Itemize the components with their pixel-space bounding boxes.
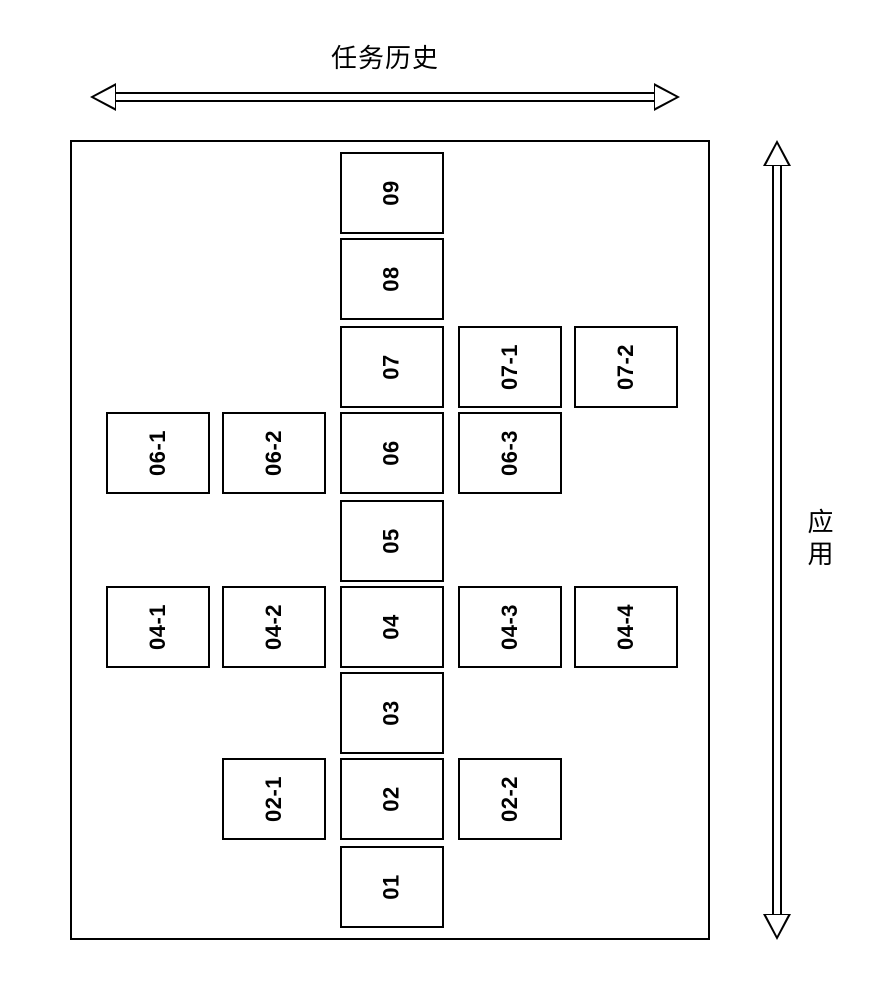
cell-02-1: 02-1 — [222, 758, 326, 840]
horizontal-axis-label: 任务历史 — [331, 38, 439, 75]
double-arrow-horizontal-icon — [90, 83, 680, 111]
cell-04: 04 — [340, 586, 444, 668]
cell-06-3: 06-3 — [458, 412, 562, 494]
cell-08: 08 — [340, 238, 444, 320]
cell-04-2: 04-2 — [222, 586, 326, 668]
cell-04-4: 04-4 — [574, 586, 678, 668]
vertical-axis: 应用 — [763, 140, 838, 940]
double-arrow-vertical-icon — [763, 140, 791, 940]
cell-06-1: 06-1 — [106, 412, 210, 494]
diagram-frame: 09 08 07 07-1 07-2 06-1 06-2 06 06-3 05 … — [70, 140, 710, 940]
cell-07-1: 07-1 — [458, 326, 562, 408]
cell-02-2: 02-2 — [458, 758, 562, 840]
cell-06: 06 — [340, 412, 444, 494]
cell-04-1: 04-1 — [106, 586, 210, 668]
vertical-axis-label: 应用 — [801, 508, 838, 572]
cell-01: 01 — [340, 846, 444, 928]
cell-07: 07 — [340, 326, 444, 408]
cell-07-2: 07-2 — [574, 326, 678, 408]
horizontal-axis: 任务历史 — [90, 38, 680, 111]
cell-04-3: 04-3 — [458, 586, 562, 668]
diagram-grid: 09 08 07 07-1 07-2 06-1 06-2 06 06-3 05 … — [72, 142, 708, 938]
cell-05: 05 — [340, 500, 444, 582]
cell-06-2: 06-2 — [222, 412, 326, 494]
cell-03: 03 — [340, 672, 444, 754]
cell-09: 09 — [340, 152, 444, 234]
cell-02: 02 — [340, 758, 444, 840]
